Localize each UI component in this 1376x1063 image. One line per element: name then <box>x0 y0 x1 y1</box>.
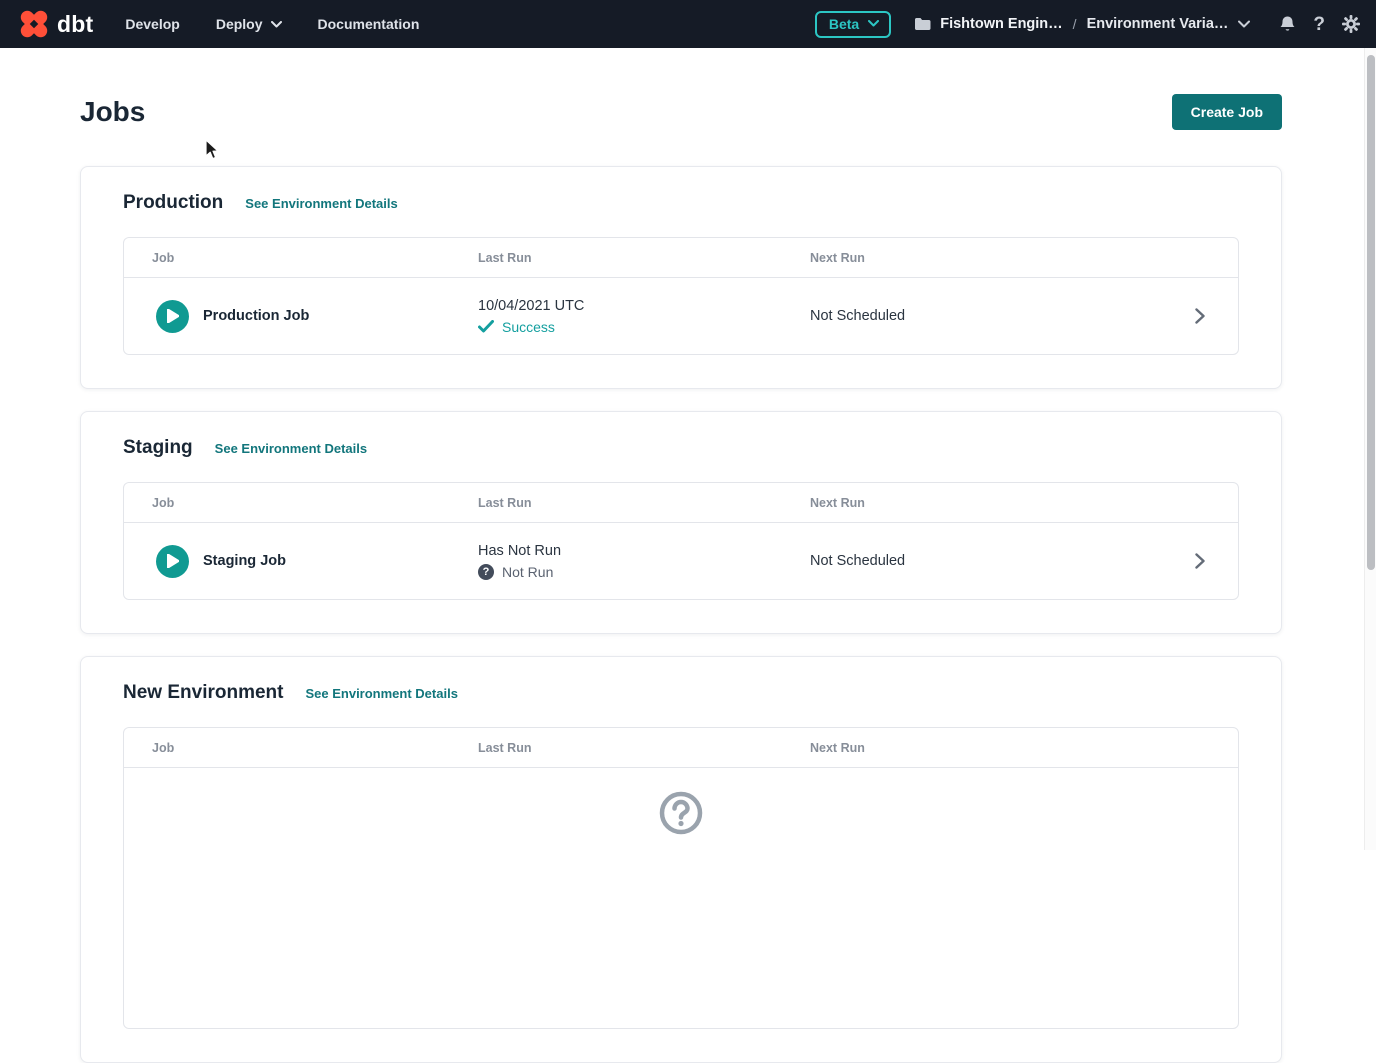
chevron-down-icon <box>868 20 879 27</box>
next-run-value: Not Scheduled <box>810 553 1162 569</box>
chevron-right-icon[interactable] <box>1195 308 1205 324</box>
jobs-page: Jobs Create Job Production See Environme… <box>0 90 1376 1063</box>
dbt-logo-icon <box>16 6 52 42</box>
environment-card-production: Production See Environment Details Job L… <box>80 166 1282 389</box>
job-name: Staging Job <box>203 553 286 569</box>
column-header-job: Job <box>124 496 478 510</box>
run-status-label: Success <box>502 319 555 335</box>
nav-item-documentation[interactable]: Documentation <box>318 16 420 32</box>
chevron-right-icon[interactable] <box>1195 553 1205 569</box>
nav-right-group: Beta Fishtown Engin… / Environment Varia… <box>815 11 1360 38</box>
environment-name: New Environment <box>123 682 283 704</box>
breadcrumb-account-label: Fishtown Engin… <box>940 16 1062 32</box>
run-job-button[interactable] <box>156 545 189 578</box>
vertical-scrollbar[interactable] <box>1364 48 1376 850</box>
environment-card-new-environment: New Environment See Environment Details … <box>80 656 1282 1063</box>
breadcrumb-account[interactable]: Fishtown Engin… <box>914 16 1062 32</box>
dbt-logo-text: dbt <box>57 11 93 38</box>
empty-jobs-body <box>124 768 1238 1028</box>
jobs-table: Job Last Run Next Run Production Job 10/… <box>123 237 1239 355</box>
environment-card-staging: Staging See Environment Details Job Last… <box>80 411 1282 634</box>
chevron-down-icon[interactable] <box>1238 20 1250 28</box>
help-icon[interactable]: ? <box>1313 15 1325 34</box>
column-header-job: Job <box>124 741 478 755</box>
play-icon <box>166 554 179 568</box>
last-run-date: Has Not Run <box>478 543 810 559</box>
jobs-table: Job Last Run Next Run Staging Job Has No… <box>123 482 1239 600</box>
job-name: Production Job <box>203 308 309 324</box>
see-environment-details-link[interactable]: See Environment Details <box>215 441 367 456</box>
see-environment-details-link[interactable]: See Environment Details <box>245 196 397 211</box>
job-row-production[interactable]: Production Job 10/04/2021 UTC Success No… <box>124 278 1238 354</box>
table-header-row: Job Last Run Next Run <box>124 238 1238 278</box>
jobs-table: Job Last Run Next Run <box>123 727 1239 1029</box>
column-header-next-run: Next Run <box>810 741 1162 755</box>
column-header-next-run: Next Run <box>810 251 1162 265</box>
nav-item-develop[interactable]: Develop <box>125 16 179 32</box>
scrollbar-thumb[interactable] <box>1367 55 1375 570</box>
last-run-date: 10/04/2021 UTC <box>478 298 810 314</box>
column-header-last-run: Last Run <box>478 251 810 265</box>
nav-item-develop-label: Develop <box>125 16 179 32</box>
column-header-last-run: Last Run <box>478 496 810 510</box>
run-job-button[interactable] <box>156 300 189 333</box>
create-job-button[interactable]: Create Job <box>1172 94 1282 130</box>
environment-name: Staging <box>123 437 193 459</box>
folder-icon <box>914 17 931 31</box>
see-environment-details-link[interactable]: See Environment Details <box>305 686 457 701</box>
gear-icon[interactable] <box>1342 15 1360 33</box>
nav-item-deploy-label: Deploy <box>216 16 263 32</box>
table-header-row: Job Last Run Next Run <box>124 728 1238 768</box>
check-icon <box>478 320 494 333</box>
beta-dropdown[interactable]: Beta <box>815 11 891 38</box>
breadcrumb: Fishtown Engin… / Environment Varia… <box>914 16 1250 32</box>
column-header-last-run: Last Run <box>478 741 810 755</box>
empty-state-question-icon <box>659 791 703 835</box>
column-header-job: Job <box>124 251 478 265</box>
next-run-value: Not Scheduled <box>810 308 1162 324</box>
breadcrumb-separator: / <box>1073 16 1077 32</box>
run-status-label: Not Run <box>502 564 553 580</box>
nav-item-documentation-label: Documentation <box>318 16 420 32</box>
breadcrumb-current[interactable]: Environment Varia… <box>1087 16 1229 32</box>
table-header-row: Job Last Run Next Run <box>124 483 1238 523</box>
bell-icon[interactable] <box>1279 15 1296 33</box>
job-row-staging[interactable]: Staging Job Has Not Run ? Not Run Not Sc… <box>124 523 1238 599</box>
play-icon <box>166 309 179 323</box>
top-nav: dbt Develop Deploy Documentation Beta Fi… <box>0 0 1376 48</box>
dbt-logo[interactable]: dbt <box>16 6 93 42</box>
page-title: Jobs <box>80 96 145 128</box>
nav-item-deploy[interactable]: Deploy <box>216 16 282 32</box>
question-circle-icon: ? <box>478 564 494 580</box>
chevron-down-icon <box>271 21 282 28</box>
column-header-next-run: Next Run <box>810 496 1162 510</box>
beta-label: Beta <box>829 16 859 32</box>
environment-name: Production <box>123 192 223 214</box>
